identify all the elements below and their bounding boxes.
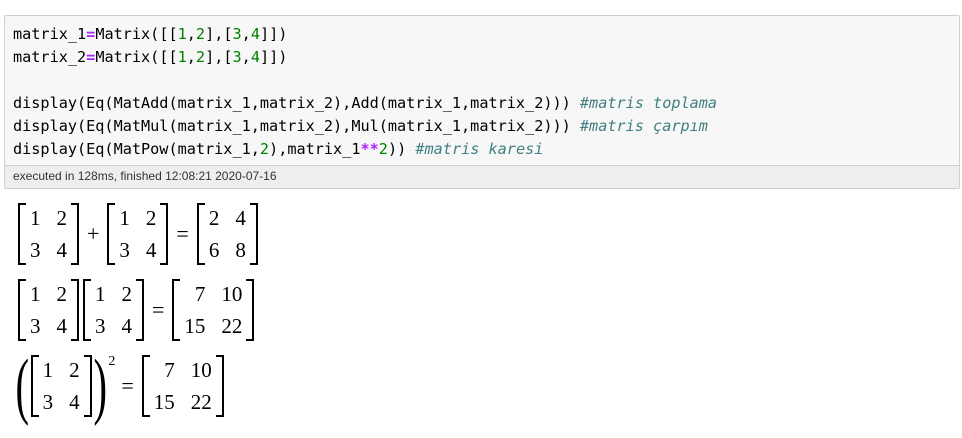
code-line: matrix_2=Matrix([[1,2],[3,4]])	[13, 46, 951, 69]
execution-info: executed in 128ms, finished 12:08:21 202…	[5, 165, 959, 188]
matrix-b: 12 34	[107, 203, 169, 265]
code-token: ],[	[205, 48, 233, 66]
code-token: 2	[195, 25, 206, 43]
matrix-cell: 7	[164, 358, 175, 382]
left-paren: (	[15, 345, 30, 427]
matrix-result: 24 68	[196, 203, 258, 265]
matrix-cell: 2	[56, 282, 68, 306]
code-token: ))	[387, 140, 416, 158]
matrix-cell: 8	[235, 238, 246, 262]
equation-power: ( 12 34 ) 2 = 7 10 15 22	[15, 345, 260, 427]
matrix-result: 7 10 15 22	[172, 279, 255, 341]
code-token: **	[360, 140, 379, 158]
code-token: ],[	[205, 25, 233, 43]
code-token: ,	[241, 25, 251, 43]
plus-operator: +	[87, 221, 100, 246]
equals-operator: =	[152, 297, 165, 322]
matrix-cell: 4	[56, 314, 68, 338]
matrix-cell: 2	[145, 206, 157, 230]
code-line: display(Eq(MatMul(matrix_1,matrix_2),Mul…	[13, 115, 951, 138]
code-cell[interactable]: matrix_1=Matrix([[1,2],[3,4]]) matrix_2=M…	[4, 15, 960, 189]
right-paren: )	[93, 345, 107, 427]
matrix-cell: 1	[30, 282, 41, 306]
matrix-cell: 15	[153, 390, 175, 414]
matrix-cell: 2	[208, 206, 220, 230]
matrix-result: 7 10 15 22	[141, 355, 224, 417]
code-token: display(Eq(MatAdd(matrix_1,matrix_2),Add…	[13, 94, 580, 112]
code-token: matrix_2	[13, 48, 87, 66]
matrix-cell: 3	[30, 238, 41, 262]
code-token: #matris karesi	[415, 140, 544, 158]
matrix-b: 12 34	[83, 279, 144, 341]
matrix-cell: 4	[69, 390, 80, 414]
equation-multiplication: 12 34 12 34 = 7 10 15 22	[16, 274, 260, 346]
matrix-cell: 7	[194, 282, 206, 306]
matrix-cell: 1	[42, 358, 54, 382]
code-token: #matris çarpım	[579, 117, 708, 135]
code-token: 3	[232, 48, 242, 66]
code-token: 1	[177, 48, 187, 66]
code-token: Matrix([[	[95, 25, 178, 43]
code-token: display(Eq(MatPow(matrix_1,	[13, 140, 260, 158]
code-token: ,	[186, 25, 196, 43]
equals-operator: =	[176, 221, 189, 246]
matrix-cell: 1	[95, 282, 106, 306]
matrix-cell: 10	[190, 358, 212, 382]
code-token: =	[86, 25, 96, 43]
exponent: 2	[108, 354, 116, 369]
equals-operator: =	[121, 373, 134, 398]
matrix-cell: 6	[208, 238, 220, 262]
code-token: 2	[378, 140, 388, 158]
code-token: ]])	[259, 48, 288, 66]
code-token: matrix_1	[13, 25, 87, 43]
code-token: 2	[195, 48, 206, 66]
cell-output: 12 34 + 12 34 = 24 68 12 34 12 34 = 7 10 …	[15, 198, 260, 427]
code-token: ,	[241, 48, 251, 66]
matrix-cell: 4	[145, 238, 157, 262]
code-editor[interactable]: matrix_1=Matrix([[1,2],[3,4]]) matrix_2=M…	[5, 16, 959, 165]
code-line: matrix_1=Matrix([[1,2],[3,4]])	[13, 23, 951, 46]
code-token: 4	[250, 25, 260, 43]
matrix-cell: 3	[95, 314, 106, 338]
equation-addition: 12 34 + 12 34 = 24 68	[16, 198, 260, 270]
code-token: 1	[177, 25, 187, 43]
matrix-a: 12 34	[18, 279, 79, 341]
code-token: 4	[250, 48, 260, 66]
matrix-cell: 4	[121, 314, 133, 338]
code-token: Matrix([[	[95, 48, 178, 66]
code-token: #matris toplama	[579, 94, 718, 112]
matrix-cell: 2	[121, 282, 133, 306]
code-token: =	[86, 48, 96, 66]
code-token: ),matrix_1	[269, 140, 361, 158]
matrix-cell: 4	[56, 238, 68, 262]
matrix-cell: 4	[235, 206, 246, 230]
matrix-cell: 2	[69, 358, 80, 382]
matrix-cell: 22	[221, 314, 243, 338]
matrix-cell: 10	[221, 282, 243, 306]
matrix-cell: 15	[184, 314, 206, 338]
code-line: display(Eq(MatPow(matrix_1,2),matrix_1**…	[13, 138, 951, 161]
matrix-cell: 1	[30, 206, 41, 230]
matrix-cell: 3	[42, 390, 54, 414]
matrix-cell: 3	[119, 238, 130, 262]
code-line: display(Eq(MatAdd(matrix_1,matrix_2),Add…	[13, 92, 951, 115]
matrix-cell: 3	[30, 314, 41, 338]
matrix-a: 12 34	[18, 203, 79, 265]
code-token: 2	[259, 140, 270, 158]
code-token: display(Eq(MatMul(matrix_1,matrix_2),Mul…	[13, 117, 580, 135]
code-token: ]])	[259, 25, 288, 43]
matrix-cell: 2	[56, 206, 68, 230]
code-token: ,	[186, 48, 196, 66]
matrix-cell: 22	[190, 390, 212, 414]
matrix-cell: 1	[119, 206, 130, 230]
code-token: 3	[232, 25, 242, 43]
matrix-a: 12 34	[30, 355, 92, 417]
